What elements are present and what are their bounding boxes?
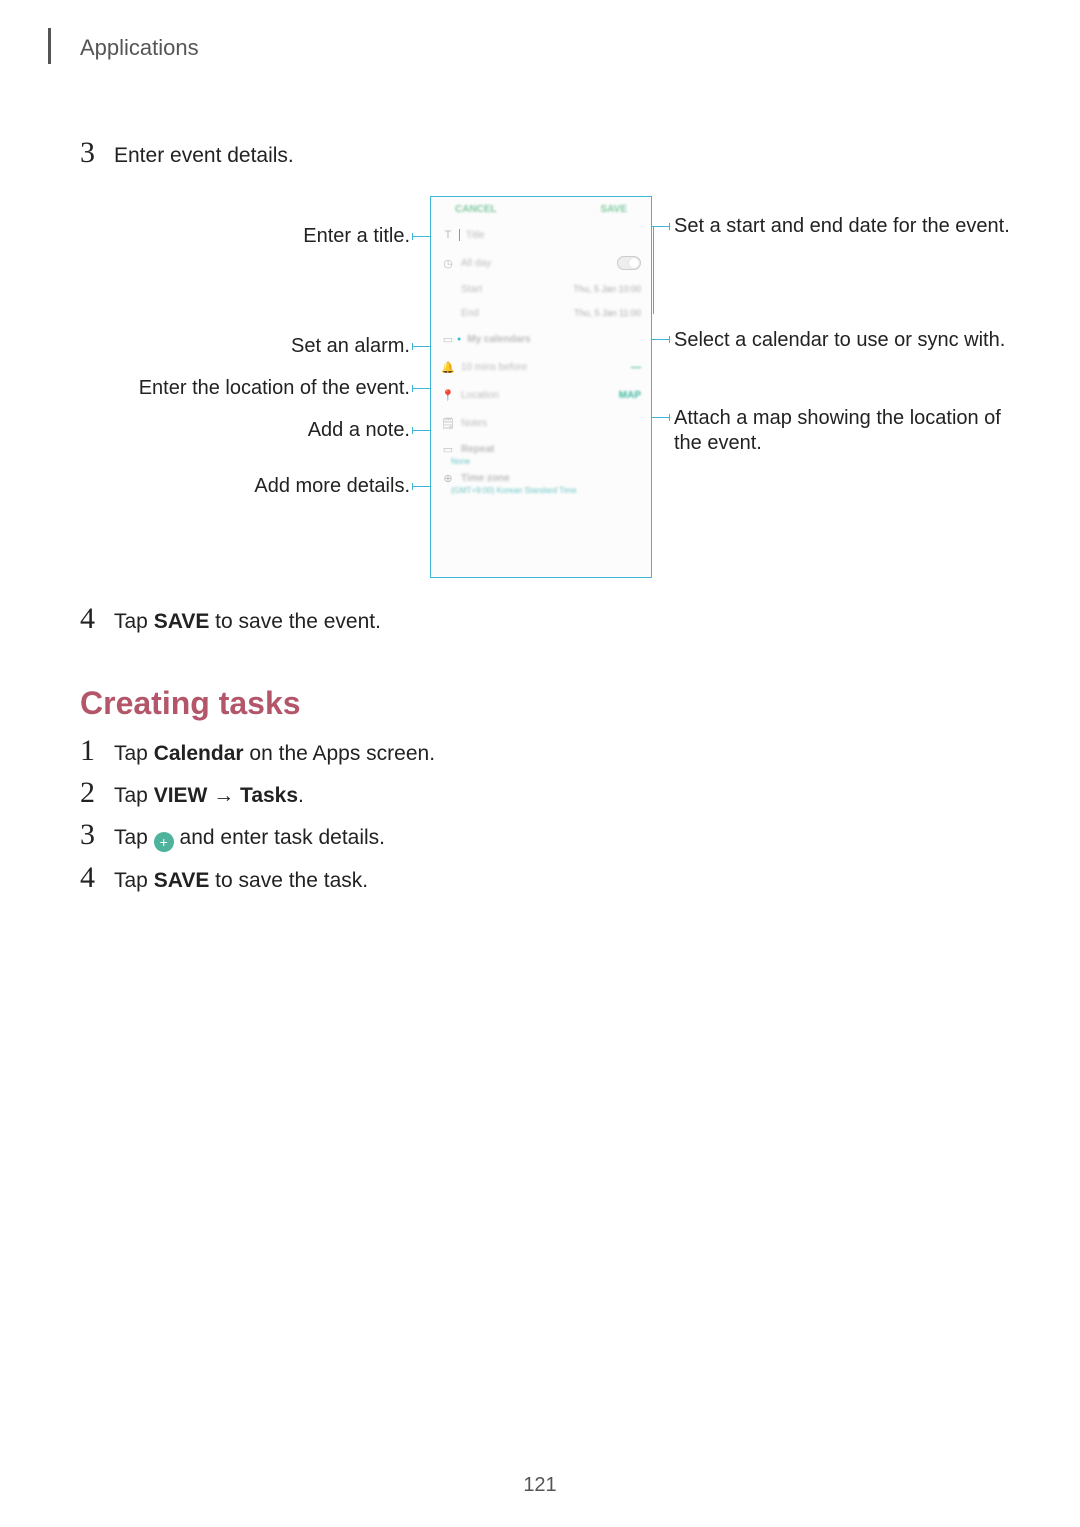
step-num: 1 [80,736,114,766]
pin-icon: 📍 [441,389,455,402]
start-row: Start Thu, 5 Jan 10:00 [431,277,651,301]
t1-suffix: on the Apps screen. [244,742,435,765]
step-num: 4 [80,604,114,634]
repeat-sub: None [451,457,651,466]
reminder-label: 10 mins before [461,362,527,373]
lead-loc-t [412,385,413,392]
callout-map: Attach a map showing the location of the… [674,406,1014,456]
reminder-row: 🔔 10 mins before — [431,353,651,381]
t2-prefix: Tap [114,784,154,807]
t4-bold: SAVE [154,869,210,892]
end-label: End [461,308,479,319]
t2-suffix: . [298,784,304,807]
step-num: 2 [80,778,114,808]
phone-topbar: CANCEL SAVE [431,197,651,221]
lead-more-t [412,483,413,490]
notes-label: Notes [461,418,487,429]
lead-note-t [412,427,413,434]
t1-prefix: Tap [114,742,154,765]
allday-label: All day [461,258,491,269]
lead-alarm-t [412,343,413,350]
t3-prefix: Tap [114,826,154,849]
t4-suffix: to save the task. [209,869,368,892]
repeat-label: Repeat [461,444,494,455]
globe-icon: ⊕ [441,472,455,485]
step-body: Tap VIEW → Tasks. [114,780,304,810]
bell-icon: 🔔 [441,361,455,374]
lead-cal-t [669,336,670,343]
lead-date-t1 [669,223,670,230]
clock-icon: ◷ [441,257,455,270]
note-icon: 🗒 [441,417,455,430]
step-3: 3 Enter event details. [80,140,1000,170]
repeat-icon: ▭ [441,443,455,456]
tasks-step-2: 2 Tap VIEW → Tasks. [80,780,1000,810]
callout-date: Set a start and end date for the event. [674,214,1014,239]
notes-row: 🗒 Notes [431,409,651,437]
step-body: Tap SAVE to save the event. [114,606,381,636]
step-body: Tap SAVE to save the task. [114,865,368,895]
t4-prefix: Tap [114,869,154,892]
phone-mockup: CANCEL SAVE T Title ◷ All day Start Thu,… [430,196,652,578]
lead-title-t [412,233,413,240]
calendar-icon: ▭ [441,333,455,346]
step4-bold: SAVE [154,610,210,633]
text-icon: T [441,229,455,241]
allday-row: ◷ All day [431,249,651,277]
title-row: T Title [431,221,651,249]
start-label: Start [461,284,482,295]
callout-alarm: Set an alarm. [80,334,410,359]
callout-more: Add more details. [80,474,410,499]
heading-creating-tasks: Creating tasks [80,685,1000,722]
timezone-sub: (GMT+9:00) Korean Standard Time [451,486,651,495]
my-calendars: My calendars [467,334,530,345]
start-value: Thu, 5 Jan 10:00 [573,284,641,294]
save-button: SAVE [601,204,628,215]
t3-suffix: and enter task details. [174,826,385,849]
step4-prefix: Tap [114,610,154,633]
location-row: 📍 Location MAP [431,381,651,409]
lead-alarm-h [412,346,430,347]
t1-bold: Calendar [154,742,244,765]
t2-bold1: VIEW [154,784,208,807]
lead-date-v [653,226,654,314]
step-body: Tap Calendar on the Apps screen. [114,738,435,768]
callout-title: Enter a title. [80,224,410,249]
cancel-button: CANCEL [455,204,497,215]
tasks-step-3: 3 Tap + and enter task details. [80,822,1000,852]
step-body: Tap + and enter task details. [114,822,385,852]
header-rule [48,28,51,64]
section-name: Applications [80,35,199,61]
callout-note: Add a note. [80,418,410,443]
timezone-label: Time zone [461,473,510,484]
step-body: Enter event details. [114,140,294,170]
step-4: 4 Tap SAVE to save the event. [80,606,1000,636]
location-label: Location [461,390,499,401]
page-number: 121 [0,1474,1080,1497]
t2-arrow: → [207,784,240,807]
step4-suffix: to save the event. [209,610,381,633]
end-value: Thu, 5 Jan 11:00 [574,308,641,318]
step-num: 3 [80,138,114,168]
tasks-step-1: 1 Tap Calendar on the Apps screen. [80,738,1000,768]
end-row: End Thu, 5 Jan 11:00 [431,301,651,325]
event-details-diagram: Enter a title. Set an alarm. Enter the l… [80,176,1000,586]
cal-dot: ● [457,336,461,343]
lead-more-h [412,486,430,487]
allday-toggle [617,256,641,270]
cursor [459,229,460,241]
map-link: MAP [619,390,641,401]
plus-icon: + [154,832,174,852]
calendars-row: ▭ ● My calendars [431,325,651,353]
t2-bold2: Tasks [240,784,298,807]
step-num: 4 [80,863,114,893]
lead-map-t [669,414,670,421]
callout-calendar: Select a calendar to use or sync with. [674,328,1014,353]
reminder-remove: — [631,362,641,373]
step-num: 3 [80,820,114,850]
callout-location: Enter the location of the event. [80,376,410,401]
tasks-step-4: 4 Tap SAVE to save the task. [80,865,1000,895]
title-placeholder: Title [466,230,485,241]
